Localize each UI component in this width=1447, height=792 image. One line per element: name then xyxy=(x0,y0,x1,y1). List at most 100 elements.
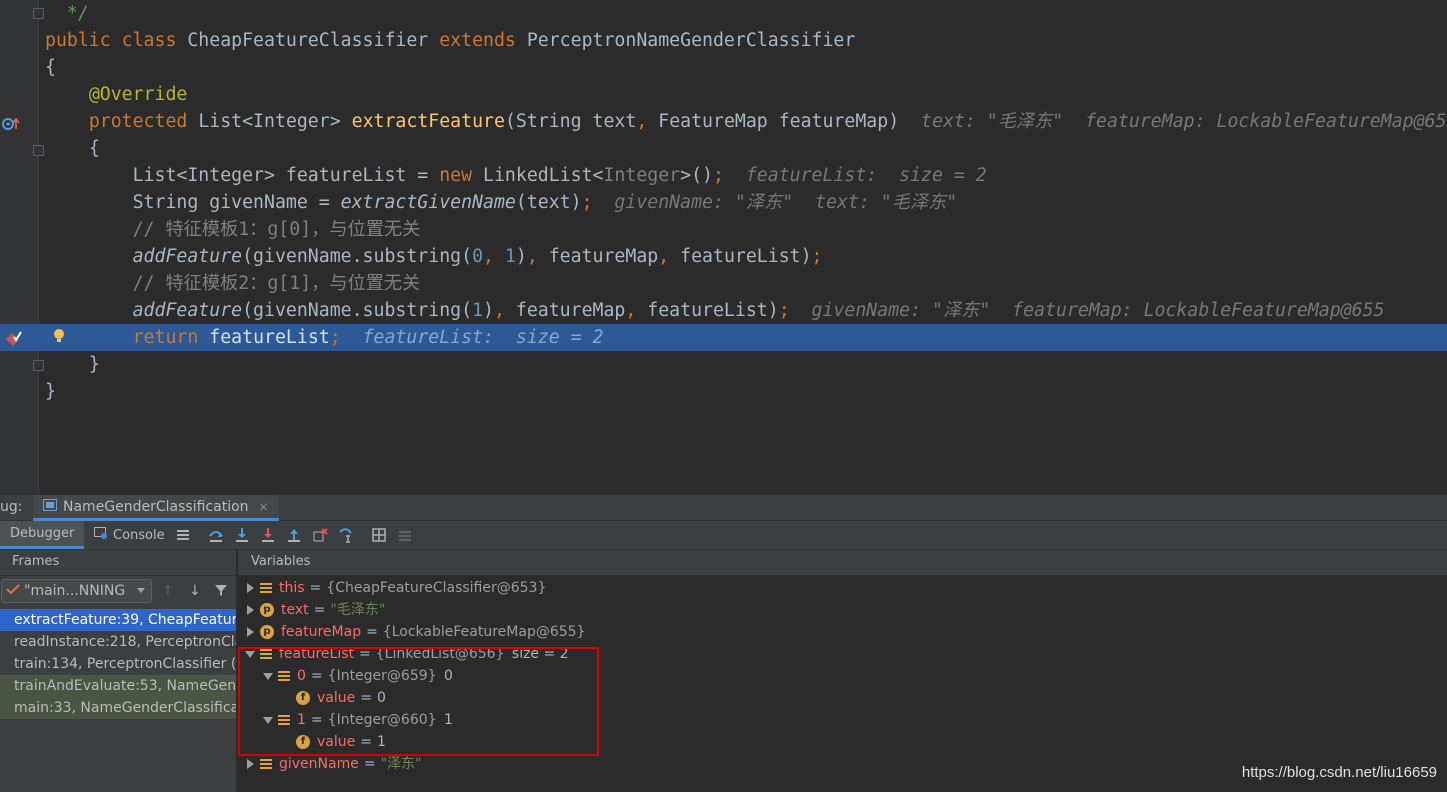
frame-item[interactable]: readInstance:218, PerceptronClassifier xyxy=(0,631,236,653)
code-token: FeatureMap featureMap) xyxy=(658,111,922,132)
code-line[interactable]: } xyxy=(0,351,1447,378)
equals-sign: = xyxy=(363,756,376,772)
step-into-icon[interactable] xyxy=(234,527,250,543)
variable-name: givenName xyxy=(279,756,359,772)
code-line[interactable]: { xyxy=(0,135,1447,162)
code-token: { xyxy=(45,57,56,78)
frame-item[interactable]: trainAndEvaluate:53, NameGenderClassific… xyxy=(0,675,236,697)
code-token: String givenName = xyxy=(132,192,341,213)
code-text: addFeature(givenName.substring(1), featu… xyxy=(45,297,1385,324)
code-token: List<Integer> xyxy=(198,111,352,132)
step-out-icon[interactable] xyxy=(286,527,302,543)
step-over-icon[interactable] xyxy=(208,527,224,543)
thread-selector[interactable]: "main...NNING xyxy=(1,579,152,603)
code-text: protected List<Integer> extractFeature(S… xyxy=(45,108,1447,135)
frame-item[interactable]: main:33, NameGenderClassification xyxy=(0,697,236,719)
code-token: featureList) xyxy=(680,246,812,267)
lightbulb-icon[interactable] xyxy=(52,327,66,345)
expand-right-icon[interactable] xyxy=(243,605,257,615)
tab-debugger[interactable]: Debugger xyxy=(0,521,85,549)
debug-label: ug: xyxy=(0,499,23,515)
code-line[interactable]: addFeature(givenName.substring(0, 1), fe… xyxy=(0,243,1447,270)
variable-row[interactable]: p featureMap = {LockableFeatureMap@655} xyxy=(243,621,585,643)
code-line[interactable]: // 特征模板1：g[0]，与位置无关 xyxy=(0,216,1447,243)
arrow-up-icon[interactable]: ↑ xyxy=(162,583,174,599)
code-token: 0 xyxy=(472,246,484,267)
variable-row[interactable]: this = {CheapFeatureClassifier@653} xyxy=(243,577,546,599)
run-config-icon xyxy=(43,498,57,515)
code-text: { xyxy=(45,54,56,81)
expand-right-icon[interactable] xyxy=(243,627,257,637)
trace-stream-icon[interactable] xyxy=(397,527,413,543)
close-tab-icon[interactable]: × xyxy=(259,500,269,514)
code-line[interactable]: */ xyxy=(0,0,1447,27)
check-icon xyxy=(6,583,20,599)
code-line[interactable]: } xyxy=(0,378,1447,405)
fold-marker[interactable] xyxy=(33,8,44,19)
code-line[interactable]: { xyxy=(0,54,1447,81)
divider xyxy=(0,575,236,576)
arrow-down-icon[interactable]: ↓ xyxy=(189,583,201,599)
show-execution-point-icon[interactable] xyxy=(175,527,191,543)
fold-marker[interactable] xyxy=(33,145,44,156)
code-line[interactable]: // 特征模板2：g[1]，与位置无关 xyxy=(0,270,1447,297)
debug-session-tab[interactable]: NameGenderClassification × xyxy=(33,495,279,521)
code-line-current[interactable]: return featureList; featureList: size = … xyxy=(0,324,1447,351)
code-line[interactable]: protected List<Integer> extractFeature(S… xyxy=(0,108,1447,135)
inline-debug-value: text: "毛泽东" featureMap: LockableFeatureM… xyxy=(921,111,1447,132)
breakpoint-icon[interactable] xyxy=(4,329,24,347)
code-token: public class xyxy=(45,30,188,51)
code-token: ) xyxy=(483,300,494,321)
variable-type: {LockableFeatureMap@655} xyxy=(382,624,586,640)
evaluate-expression-icon[interactable] xyxy=(371,527,387,543)
code-token: ; xyxy=(811,246,823,267)
filter-icon[interactable] xyxy=(214,583,228,601)
expand-right-icon[interactable] xyxy=(243,583,257,593)
frame-item[interactable]: train:134, PerceptronClassifier (com.han… xyxy=(0,653,236,675)
code-text: return featureList; featureList: size = … xyxy=(45,324,604,351)
code-token: addFeature xyxy=(132,300,243,321)
frame-item[interactable]: extractFeature:39, CheapFeatureClassifie… xyxy=(0,609,236,631)
debug-tool-window-header: ug: NameGenderClassification × xyxy=(0,494,1447,521)
code-text: */ xyxy=(45,0,89,27)
code-token: , xyxy=(625,300,648,321)
variable-row[interactable]: p text = "毛泽东" xyxy=(243,599,385,621)
code-line[interactable]: public class CheapFeatureClassifier exte… xyxy=(0,27,1447,54)
run-to-cursor-icon[interactable] xyxy=(338,527,354,543)
expand-right-icon[interactable] xyxy=(243,759,257,769)
code-token: ; xyxy=(329,327,363,348)
code-token: featureMap xyxy=(515,300,626,321)
variable-row[interactable]: givenName = "泽东" xyxy=(243,753,421,775)
tab-console[interactable]: Console xyxy=(84,521,175,549)
fold-marker[interactable] xyxy=(33,360,44,371)
code-line[interactable]: addFeature(givenName.substring(1), featu… xyxy=(0,297,1447,324)
variable-name: text xyxy=(281,602,309,618)
code-token: ) xyxy=(515,246,527,267)
code-token: (givenName.substring( xyxy=(242,246,473,267)
variables-title: Variables xyxy=(251,554,311,569)
code-token: return xyxy=(132,327,210,348)
code-token: CheapFeatureClassifier xyxy=(187,30,440,51)
override-method-icon[interactable] xyxy=(2,116,20,130)
drop-frame-icon[interactable] xyxy=(312,527,328,543)
code-token: 1 xyxy=(472,300,484,321)
tab-debugger-label: Debugger xyxy=(10,526,75,541)
force-step-into-icon[interactable] xyxy=(260,527,276,543)
inline-debug-value: featureList: size = 2 xyxy=(745,165,987,186)
variable-type: {CheapFeatureClassifier@653} xyxy=(326,580,547,596)
code-text: String givenName = extractGivenName(text… xyxy=(45,189,958,216)
code-line[interactable]: String givenName = extractGivenName(text… xyxy=(0,189,1447,216)
code-line[interactable]: @Override xyxy=(0,81,1447,108)
code-line[interactable]: List<Integer> featureList = new LinkedLi… xyxy=(0,162,1447,189)
field-list-icon xyxy=(260,582,272,594)
code-token: new xyxy=(439,165,484,186)
code-editor[interactable]: */ public class CheapFeatureClassifier ex… xyxy=(0,0,1447,494)
debug-session-label: NameGenderClassification xyxy=(63,498,249,515)
variables-header: Variables xyxy=(238,550,1447,576)
tab-console-label: Console xyxy=(113,527,165,543)
inline-debug-value: featureList: size = 2 xyxy=(362,327,604,348)
debug-toolbar: Debugger Console xyxy=(0,521,1447,550)
code-token: , xyxy=(636,111,659,132)
